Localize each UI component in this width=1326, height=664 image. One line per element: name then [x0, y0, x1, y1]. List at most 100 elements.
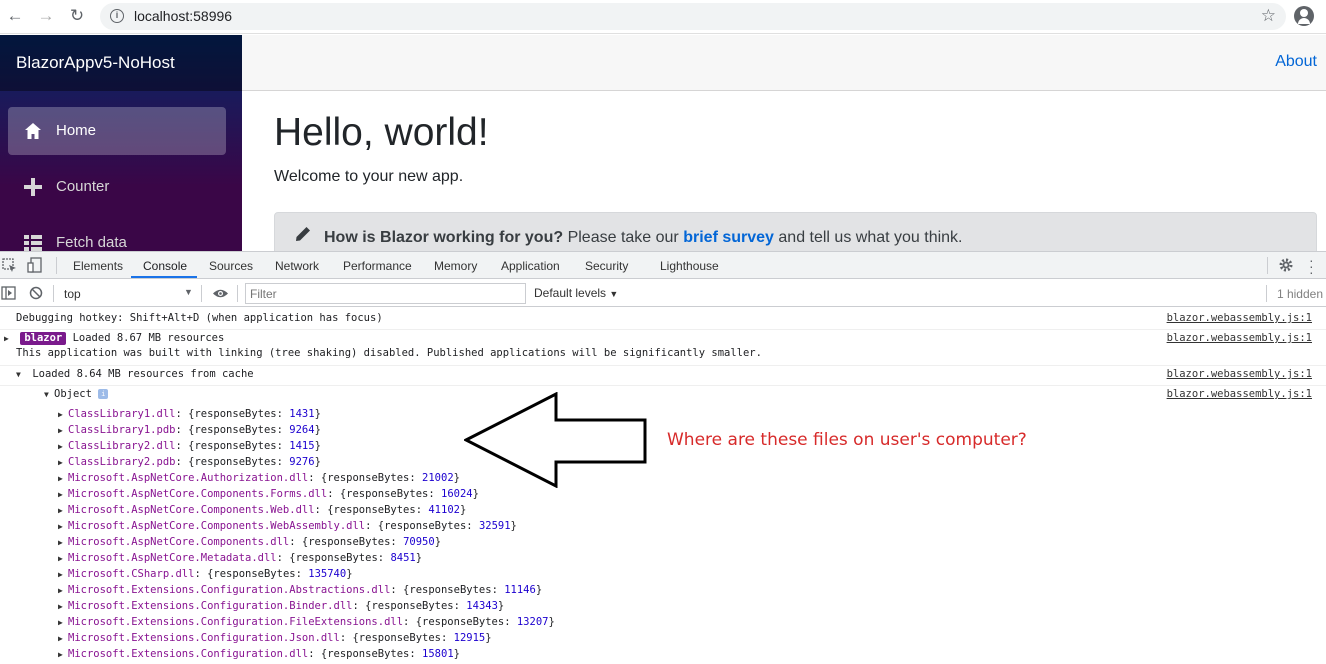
collapse-triangle-icon[interactable]: ▼ — [44, 387, 54, 403]
separator: : { — [339, 632, 359, 644]
file-entry[interactable]: ▶ ClassLibrary1.pdb: {responseBytes: 9264… — [0, 422, 1326, 438]
file-entry[interactable]: ▶ Microsoft.AspNetCore.Authorization.dll:… — [0, 470, 1326, 486]
separator: : { — [390, 584, 410, 596]
more-options-icon[interactable]: · · · — [1309, 253, 1314, 279]
expand-triangle-icon[interactable]: ▶ — [58, 551, 68, 567]
file-name: Microsoft.Extensions.Configuration.dll — [68, 648, 309, 660]
tab-lighthouse[interactable]: Lighthouse — [660, 259, 719, 273]
tab-console[interactable]: Console — [143, 259, 187, 273]
file-entry[interactable]: ▶ ClassLibrary1.dll: {responseBytes: 1431… — [0, 406, 1326, 422]
chevron-down-icon[interactable]: ▼ — [184, 287, 193, 297]
survey-prompt: How is Blazor working for you? Please ta… — [274, 212, 1317, 252]
file-entry[interactable]: ▶ ClassLibrary2.dll: {responseBytes: 1415… — [0, 438, 1326, 454]
back-arrow-icon[interactable]: ← — [4, 5, 26, 27]
url-text[interactable]: localhost:58996 — [134, 8, 232, 24]
loaded-message[interactable]: Loaded 8.67 MB resources — [73, 332, 225, 344]
site-info-icon[interactable]: i — [110, 9, 124, 23]
nav-item-fetch-data[interactable]: Fetch data — [8, 219, 226, 251]
file-entry[interactable]: ▶ Microsoft.Extensions.Configuration.File… — [0, 614, 1326, 630]
expand-triangle-icon[interactable]: ▶ — [58, 631, 68, 647]
console-output: Debugging hotkey: Shift+Alt+D (when appl… — [0, 308, 1326, 664]
browser-toolbar: ← → ↻ i localhost:58996 ☆ — [0, 0, 1326, 34]
clear-console-icon[interactable] — [29, 286, 43, 300]
collapse-triangle-icon[interactable]: ▼ — [16, 367, 26, 383]
expand-triangle-icon[interactable]: ▶ — [58, 407, 68, 423]
file-entry[interactable]: ▶ Microsoft.Extensions.Configuration.Abst… — [0, 582, 1326, 598]
separator: : { — [289, 536, 309, 548]
expand-triangle-icon[interactable]: ▶ — [58, 423, 68, 439]
toolbar-divider — [1266, 285, 1267, 302]
file-entry[interactable]: ▶ Microsoft.AspNetCore.Metadata.dll: {res… — [0, 550, 1326, 566]
file-entry[interactable]: ▶ Microsoft.CSharp.dll: {responseBytes: 1… — [0, 566, 1326, 582]
source-link[interactable]: blazor.webassembly.js:1 — [1167, 310, 1312, 326]
expand-triangle-icon[interactable]: ▶ — [58, 535, 68, 551]
colon: : — [276, 440, 290, 452]
about-link[interactable]: About — [1275, 53, 1317, 71]
separator: : { — [175, 440, 195, 452]
expand-triangle-icon[interactable]: ▶ — [58, 519, 68, 535]
file-entry[interactable]: ▶ Microsoft.Extensions.Configuration.Json… — [0, 630, 1326, 646]
separator: : { — [327, 488, 347, 500]
expand-triangle-icon[interactable]: ▶ — [58, 455, 68, 471]
annotation-text: Where are these files on user's computer… — [667, 430, 1027, 450]
nav-item-counter[interactable]: Counter — [8, 163, 226, 211]
expand-triangle-icon[interactable]: ▶ — [58, 439, 68, 455]
expand-triangle-icon[interactable]: ▶ — [58, 647, 68, 663]
inspect-element-icon[interactable] — [2, 258, 17, 273]
cache-message[interactable]: Loaded 8.64 MB resources from cache — [32, 368, 253, 380]
expand-triangle-icon[interactable]: ▶ — [58, 471, 68, 487]
tab-memory[interactable]: Memory — [434, 259, 477, 273]
brace: } — [459, 504, 467, 516]
file-entry[interactable]: ▶ Microsoft.Extensions.Configuration.Bind… — [0, 598, 1326, 614]
nav-item-home[interactable]: Home — [8, 107, 226, 155]
file-entry[interactable]: ▶ Microsoft.AspNetCore.Components.Web.dll… — [0, 502, 1326, 518]
expand-triangle-icon[interactable]: ▶ — [58, 567, 68, 583]
file-entry[interactable]: ▶ ClassLibrary2.pdb: {responseBytes: 9276… — [0, 454, 1326, 470]
filter-input[interactable] — [245, 283, 526, 304]
live-expression-eye-icon[interactable] — [212, 288, 229, 299]
context-selector[interactable]: top — [64, 287, 81, 301]
settings-gear-icon[interactable] — [1279, 258, 1293, 272]
source-link[interactable]: blazor.webassembly.js:1 — [1167, 330, 1312, 346]
prop-key: responseBytes — [295, 552, 378, 564]
response-bytes: 1415 — [289, 440, 315, 452]
colon: : — [504, 616, 517, 628]
file-entry[interactable]: ▶ Microsoft.AspNetCore.Components.Forms.d… — [0, 486, 1326, 502]
file-entry[interactable]: ▶ Microsoft.AspNetCore.Components.WebAsse… — [0, 518, 1326, 534]
expand-triangle-icon[interactable]: ▶ — [58, 615, 68, 631]
log-levels-dropdown[interactable]: Default levels ▼ — [534, 286, 618, 300]
expand-triangle-icon[interactable]: ▶ — [58, 599, 68, 615]
tab-sources[interactable]: Sources — [209, 259, 253, 273]
tab-performance[interactable]: Performance — [343, 259, 412, 273]
brace: } — [314, 456, 321, 468]
tab-network[interactable]: Network — [275, 259, 319, 273]
tab-security[interactable]: Security — [585, 259, 628, 273]
file-entry[interactable]: ▶ Microsoft.AspNetCore.Components.dll: {r… — [0, 534, 1326, 550]
tab-application[interactable]: Application — [501, 259, 560, 273]
colon: : — [276, 408, 290, 420]
reload-icon[interactable]: ↻ — [66, 5, 88, 27]
file-name: ClassLibrary2.pdb — [68, 456, 176, 468]
prop-key: responseBytes — [409, 584, 492, 596]
bookmark-star-icon[interactable]: ☆ — [1261, 6, 1276, 26]
survey-link[interactable]: brief survey — [683, 229, 774, 246]
forward-arrow-icon[interactable]: → — [35, 5, 57, 27]
separator: : { — [308, 648, 328, 660]
profile-avatar-icon[interactable] — [1294, 6, 1314, 26]
app-brand[interactable]: BlazorAppv5-NoHost — [0, 35, 242, 91]
file-entry[interactable]: ▶ Microsoft.Extensions.Configuration.dll:… — [0, 646, 1326, 662]
expand-triangle-icon[interactable]: ▶ — [58, 503, 68, 519]
plus-icon — [24, 178, 42, 196]
sidebar-toggle-icon[interactable] — [1, 286, 16, 300]
prop-key: responseBytes — [213, 568, 296, 580]
info-icon[interactable]: i — [98, 389, 109, 399]
expand-triangle-icon[interactable]: ▶ — [58, 487, 68, 503]
object-label[interactable]: Object — [54, 388, 92, 400]
blazor-badge: blazor — [20, 332, 67, 345]
address-bar[interactable]: i localhost:58996 ☆ — [100, 3, 1286, 30]
source-link[interactable]: blazor.webassembly.js:1 — [1167, 366, 1312, 382]
device-toolbar-icon[interactable] — [27, 257, 43, 273]
source-link[interactable]: blazor.webassembly.js:1 — [1167, 386, 1312, 402]
tab-elements[interactable]: Elements — [73, 259, 123, 273]
expand-triangle-icon[interactable]: ▶ — [58, 583, 68, 599]
